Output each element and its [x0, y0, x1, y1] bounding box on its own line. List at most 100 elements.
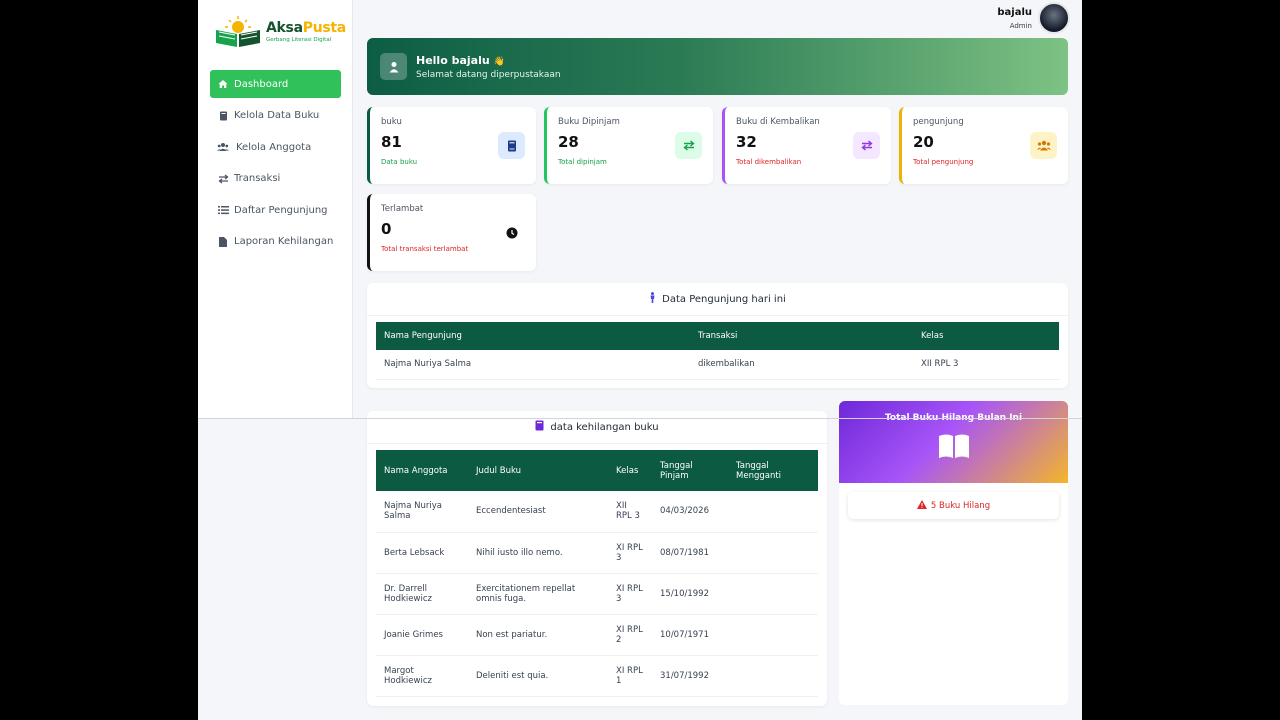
- sidebar-item-laporan-kehilangan[interactable]: Laporan Kehilangan: [210, 228, 341, 256]
- stat-card-buku-dipinjam[interactable]: Buku Dipinjam 28 Total dipinjam: [544, 107, 713, 184]
- user-icon: [380, 53, 407, 80]
- stat-card-pengunjung[interactable]: pengunjung 20 Total pengunjung: [899, 107, 1068, 184]
- users-icon: [217, 141, 229, 153]
- lost-count-text: 5 Buku Hilang: [930, 500, 991, 511]
- welcome-title: Hello bajalu: [416, 53, 490, 67]
- table-header: Tanggal Pinjam: [652, 450, 728, 491]
- stat-card-terlambat[interactable]: Terlambat 0 Total transaksi terlambat: [367, 194, 536, 271]
- table-cell: Najma Nuriya Salma: [376, 491, 468, 533]
- table-cell: Exercitationem repellat omnis fuga.: [468, 573, 608, 615]
- table-cell: Eccendentesiast: [468, 491, 608, 533]
- app-frame: AksaPusta Gerbang Literasi Digital Dashb…: [198, 0, 1082, 720]
- clock-icon: [498, 219, 525, 246]
- welcome-subtitle: Selamat datang diperpustakaan: [416, 69, 561, 80]
- table-cell: 04/03/2026: [652, 491, 728, 533]
- lost-books-panel-title: data kehilangan buku: [367, 411, 827, 444]
- open-book-icon: [938, 433, 970, 459]
- book-sun-logo-icon: [212, 14, 264, 48]
- table-cell: Deleniti est quia.: [468, 655, 608, 697]
- stat-label: Terlambat: [381, 204, 424, 214]
- visitors-title: Data Pengunjung hari ini: [662, 293, 786, 305]
- lost-count-badge: 5 Buku Hilang: [848, 492, 1059, 519]
- table-cell: [728, 573, 818, 615]
- exchange-icon: [217, 173, 229, 185]
- table-cell: [728, 491, 818, 533]
- stat-note: Total transaksi terlambat: [381, 245, 469, 253]
- lost-books-title: data kehilangan buku: [550, 421, 659, 433]
- table-cell: Margot Hodkiewicz: [376, 655, 468, 697]
- table-cell: Najma Nuriya Salma: [376, 350, 690, 380]
- warning-icon: [916, 499, 927, 512]
- sidebar-item-label: Laporan Kehilangan: [234, 236, 334, 248]
- book-icon: [535, 420, 544, 434]
- sidebar-item-kelola-anggota[interactable]: Kelola Anggota: [210, 133, 341, 161]
- table-cell: [728, 655, 818, 697]
- sidebar-item-daftar-pengunjung[interactable]: Daftar Pengunjung: [210, 196, 341, 224]
- divider: [198, 418, 1082, 419]
- table-header: Nama Anggota: [376, 450, 468, 491]
- table-cell: dikembalikan: [690, 350, 913, 380]
- sidebar-item-kelola-data-buku[interactable]: Kelola Data Buku: [210, 102, 341, 130]
- table-cell: XI RPL 3: [608, 532, 652, 574]
- table-cell: XI RPL 2: [608, 614, 652, 656]
- visitors-table: Nama Pengunjung Transaksi Kelas Najma Nu…: [376, 322, 1059, 380]
- table-cell: XII RPL 3: [608, 491, 652, 533]
- sidebar-item-label: Daftar Pengunjung: [234, 204, 328, 216]
- table-cell: [728, 532, 818, 574]
- table-header: Tanggal Mengganti: [728, 450, 818, 491]
- book-icon: [498, 132, 525, 159]
- lost-books-table: Nama Anggota Judul Buku Kelas Tanggal Pi…: [376, 450, 818, 697]
- table-cell: XII RPL 3: [913, 350, 1059, 380]
- avatar[interactable]: [1038, 2, 1070, 34]
- table-cell: XI RPL 3: [608, 573, 652, 615]
- sidebar-item-label: Kelola Anggota: [236, 141, 312, 153]
- stat-note: Total dipinjam: [558, 158, 607, 166]
- exchange-icon: [675, 132, 702, 159]
- stat-label: Buku di Kembalikan: [736, 117, 820, 127]
- user-name: bajalu: [997, 6, 1032, 18]
- stat-card-buku[interactable]: buku 81 Data buku: [367, 107, 536, 184]
- stat-card-buku-dikembalikan[interactable]: Buku di Kembalikan 32 Total dikembalikan: [722, 107, 891, 184]
- lost-books-panel: data kehilangan buku Nama Anggota Judul …: [367, 411, 827, 706]
- table-row[interactable]: Berta Lebsack Nihil iusto illo nemo. XI …: [376, 532, 818, 574]
- brand-tagline: Gerbang Literasi Digital: [266, 36, 332, 43]
- table-cell: Nihil iusto illo nemo.: [468, 532, 608, 574]
- lost-summary-card: Total Buku Hilang Bulan Ini 5 Buku Hilan…: [839, 401, 1068, 705]
- table-cell: 15/10/1992: [652, 573, 728, 615]
- sidebar-item-label: Transaksi: [234, 173, 281, 185]
- table-row[interactable]: Joanie Grimes Non est pariatur. XI RPL 2…: [376, 614, 818, 656]
- exchange-icon: [853, 132, 880, 159]
- table-cell: Dr. Darrell Hodkiewicz: [376, 573, 468, 615]
- table-row[interactable]: Najma Nuriya Salma dikembalikan XII RPL …: [376, 350, 1059, 380]
- lost-summary-header: Total Buku Hilang Bulan Ini: [839, 401, 1068, 483]
- table-cell: 31/07/1992: [652, 655, 728, 697]
- visitors-panel-title: Data Pengunjung hari ini: [367, 283, 1068, 316]
- brand-logo[interactable]: AksaPusta Gerbang Literasi Digital: [212, 14, 346, 48]
- user-menu[interactable]: bajalu Admin: [997, 2, 1070, 34]
- table-cell: Joanie Grimes: [376, 614, 468, 656]
- table-row[interactable]: Margot Hodkiewicz Deleniti est quia. XI …: [376, 655, 818, 697]
- home-icon: [217, 78, 229, 90]
- sidebar: AksaPusta Gerbang Literasi Digital Dashb…: [198, 0, 353, 419]
- table-cell: XI RPL 1: [608, 655, 652, 697]
- visitors-panel: Data Pengunjung hari ini Nama Pengunjung…: [367, 283, 1068, 388]
- table-cell: 08/07/1981: [652, 532, 728, 574]
- sidebar-nav: Dashboard Kelola Data Buku Kelola Anggot…: [210, 70, 341, 260]
- table-header: Judul Buku: [468, 450, 608, 491]
- brand-title-b: Pusta: [302, 19, 347, 36]
- book-icon: [217, 110, 229, 122]
- sidebar-item-label: Kelola Data Buku: [234, 110, 320, 122]
- file-icon: [217, 236, 229, 248]
- sidebar-item-dashboard[interactable]: Dashboard: [210, 70, 341, 98]
- table-header: Kelas: [608, 450, 652, 491]
- table-header: Nama Pengunjung: [376, 322, 690, 350]
- stat-note: Data buku: [381, 158, 418, 166]
- sidebar-item-transaksi[interactable]: Transaksi: [210, 165, 341, 193]
- wave-icon: 👋: [493, 56, 505, 67]
- table-cell: 10/07/1971: [652, 614, 728, 656]
- stat-label: Buku Dipinjam: [558, 117, 620, 127]
- table-cell: Non est pariatur.: [468, 614, 608, 656]
- table-row[interactable]: Dr. Darrell Hodkiewicz Exercitationem re…: [376, 573, 818, 615]
- stat-label: buku: [381, 117, 402, 127]
- table-row[interactable]: Najma Nuriya Salma Eccendentesiast XII R…: [376, 491, 818, 533]
